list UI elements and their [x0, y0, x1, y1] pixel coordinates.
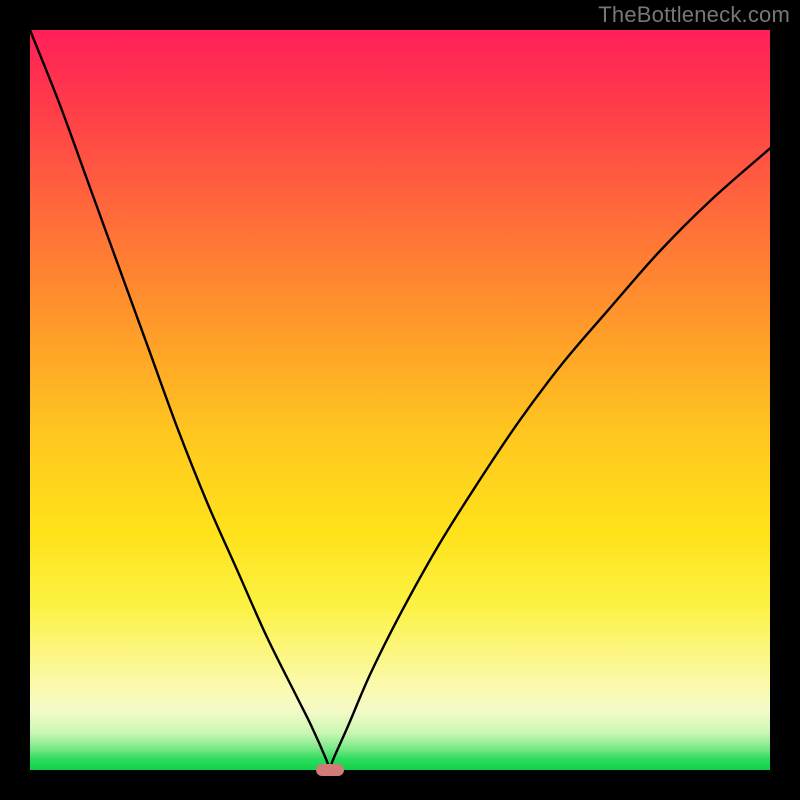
- minimum-marker: [316, 764, 344, 776]
- curve-right-branch: [330, 148, 770, 770]
- curve-left-branch: [30, 30, 330, 770]
- curve-svg: [30, 30, 770, 770]
- plot-area: [30, 30, 770, 770]
- watermark-text: TheBottleneck.com: [598, 2, 790, 28]
